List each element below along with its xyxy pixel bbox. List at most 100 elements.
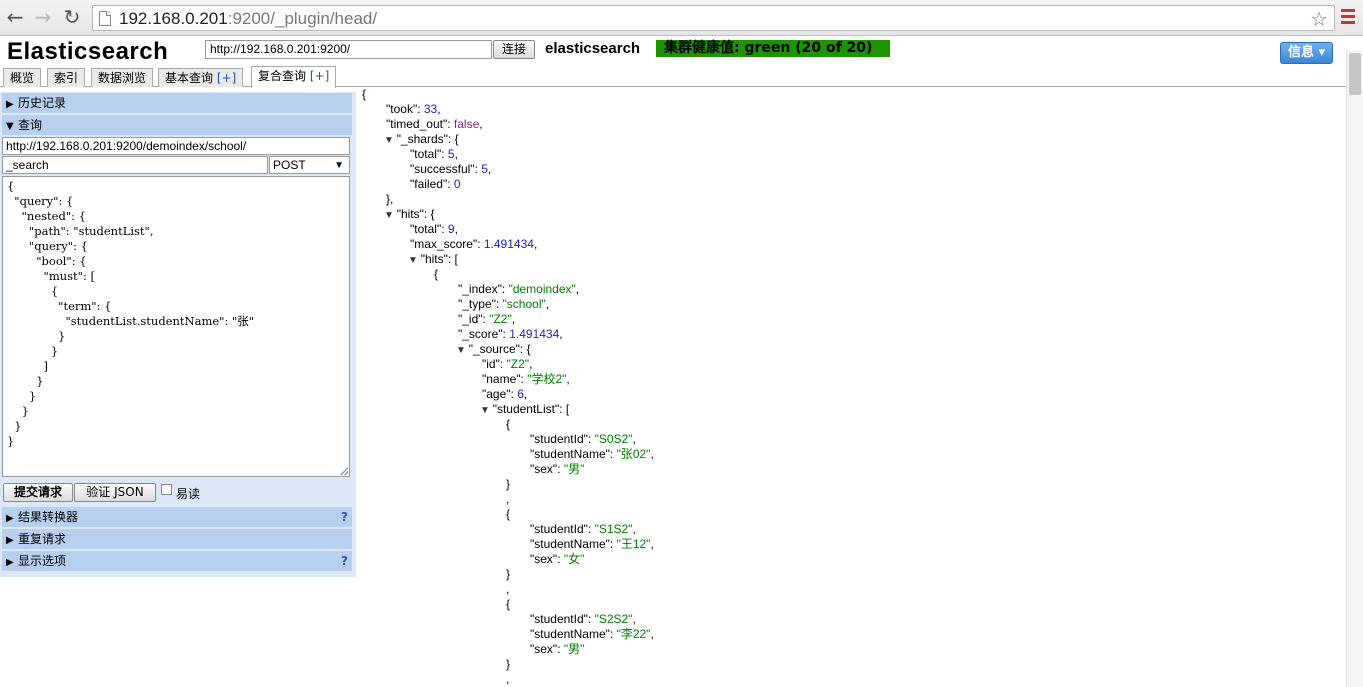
star-icon[interactable]: ☆: [1310, 7, 1328, 31]
tab-plus[interactable]: [+]: [310, 69, 329, 83]
json-key: ,: [454, 222, 458, 236]
query-label: 查询: [18, 118, 43, 132]
tab-browser[interactable]: 数据浏览: [91, 68, 154, 87]
json-key: "hits": {: [396, 207, 435, 221]
json-line: {: [506, 417, 510, 432]
json-value: 6: [517, 387, 524, 401]
json-key: {: [506, 507, 511, 521]
cluster-health-badge: 集群健康值: green (20 of 20): [656, 40, 890, 57]
json-line: {: [506, 597, 510, 612]
validate-json-button[interactable]: 验证 JSON: [74, 483, 156, 502]
json-key: ,: [566, 372, 570, 386]
repeat-label: 重复请求: [18, 532, 67, 546]
json-line: "_type": "school",: [458, 297, 549, 312]
query-path-input[interactable]: _search: [2, 156, 268, 174]
json-value: "张02": [616, 447, 651, 461]
json-key: "_score":: [458, 327, 510, 341]
json-line: "id": "Z2",: [482, 357, 532, 372]
json-line[interactable]: ▼ "studentList": [: [480, 402, 569, 418]
json-line: "max_score": 1.491434,: [410, 237, 537, 252]
repeat-section-header[interactable]: ▶ 重复请求: [2, 529, 352, 549]
collapse-toggle-icon[interactable]: ▼: [456, 345, 469, 356]
json-key: ,: [650, 627, 654, 641]
json-line: "studentId": "S1S2",: [530, 522, 636, 537]
history-label: 历史记录: [18, 96, 67, 110]
tab-overview[interactable]: 概览: [3, 68, 42, 87]
tab-label: 概览: [10, 71, 35, 85]
json-key: "total":: [410, 147, 448, 161]
json-value: 33: [423, 102, 438, 116]
json-key: "sex":: [530, 462, 564, 476]
tab-plus[interactable]: [+]: [217, 71, 236, 85]
json-value: "Z2": [506, 357, 530, 371]
json-line: {: [506, 507, 510, 522]
json-key: {: [362, 87, 367, 101]
json-line: "_index": "demoindex",: [458, 282, 579, 297]
json-line[interactable]: ▼ "hits": [: [408, 252, 458, 268]
arrow-left-icon[interactable]: ←: [4, 6, 26, 28]
json-key: ,: [529, 357, 533, 371]
tab-indices[interactable]: 索引: [47, 68, 86, 87]
json-key: "_id":: [458, 312, 490, 326]
json-key: "max_score":: [410, 237, 484, 251]
transformer-section-header[interactable]: ▶ 结果转换器?: [2, 507, 352, 527]
query-url-input[interactable]: http://192.168.0.201:9200/demoindex/scho…: [2, 137, 350, 155]
json-line[interactable]: ▼ "_source": {: [456, 342, 531, 358]
submit-request-button[interactable]: 提交请求: [3, 483, 73, 502]
hamburger-menu-icon[interactable]: [1341, 9, 1355, 25]
tab-basic-query[interactable]: 基本查询 [+]: [158, 68, 244, 87]
json-key: "_type":: [458, 297, 503, 311]
page-icon: [99, 11, 111, 26]
json-key: "hits": [: [420, 252, 458, 266]
reload-icon[interactable]: ↻: [61, 6, 83, 28]
collapse-toggle-icon[interactable]: ▼: [384, 210, 397, 221]
json-key: ,: [533, 237, 538, 251]
display-options-section-header[interactable]: ▶ 显示选项?: [2, 551, 352, 571]
collapse-toggle-icon[interactable]: ▼: [384, 135, 397, 146]
json-result-view: {"took": 33, "timed_out": false, ▼ "_shard…: [362, 87, 1342, 687]
json-line: "studentName": "王12",: [530, 537, 654, 552]
easy-read-label: 易读: [176, 487, 201, 501]
connect-button[interactable]: 连接: [493, 40, 535, 59]
tab-label: 数据浏览: [98, 71, 147, 85]
resize-grip-icon[interactable]: [340, 467, 348, 475]
json-line: }: [506, 657, 510, 672]
json-key: "age":: [482, 387, 518, 401]
json-key: ,: [437, 102, 441, 116]
arrow-right-icon[interactable]: →: [32, 6, 54, 28]
method-select[interactable]: POST ▼: [269, 156, 350, 174]
history-section-header[interactable]: ▶ 历史记录: [2, 93, 352, 113]
json-line: "_score": 1.491434,: [458, 327, 563, 342]
page-scrollbar[interactable]: [1346, 50, 1363, 687]
json-line: "studentId": "S2S2",: [530, 612, 636, 627]
scrollbar-thumb[interactable]: [1349, 53, 1361, 95]
json-key: "studentId":: [530, 612, 595, 626]
json-value: "王12": [616, 537, 651, 551]
dropdown-arrow-icon: ▼: [334, 160, 344, 171]
json-value: false: [453, 117, 480, 131]
query-panel: ▶ 历史记录 ▼ 查询 http://192.168.0.201:9200/demo…: [0, 92, 356, 577]
connection-url-input[interactable]: http://192.168.0.201:9200/: [205, 40, 492, 59]
address-bar[interactable]: 192.168.0.201:9200/_plugin/head/ ☆: [92, 5, 1335, 31]
info-button[interactable]: 信息 ▾: [1280, 42, 1333, 64]
easy-read-checkbox[interactable]: [161, 484, 172, 495]
help-icon[interactable]: ?: [341, 551, 348, 571]
collapse-toggle-icon[interactable]: ▼: [480, 405, 493, 416]
json-line[interactable]: ▼ "hits": {: [384, 207, 435, 223]
tab-bar: 概览 索引 数据浏览 基本查询 [+] 复合查询 [+]: [0, 66, 1363, 88]
display-options-label: 显示选项: [18, 554, 67, 568]
tab-compound-query[interactable]: 复合查询 [+]: [251, 66, 337, 88]
query-body-editor[interactable]: { "query": { "nested": { "path": "studen…: [2, 176, 350, 477]
json-value: 5: [481, 162, 488, 176]
json-value: "李22": [616, 627, 651, 641]
address-text: 192.168.0.201:9200/_plugin/head/: [119, 9, 378, 28]
collapse-toggle-icon[interactable]: ▼: [408, 255, 421, 266]
json-key: "successful":: [410, 162, 482, 176]
json-line[interactable]: ▼ "_shards": {: [384, 132, 459, 148]
query-section-header[interactable]: ▼ 查询: [2, 115, 352, 135]
json-key: "studentId":: [530, 522, 595, 536]
json-line: ,: [506, 672, 509, 687]
help-icon[interactable]: ?: [341, 507, 348, 527]
json-key: ,: [650, 447, 654, 461]
json-key: "_shards": {: [396, 132, 459, 146]
